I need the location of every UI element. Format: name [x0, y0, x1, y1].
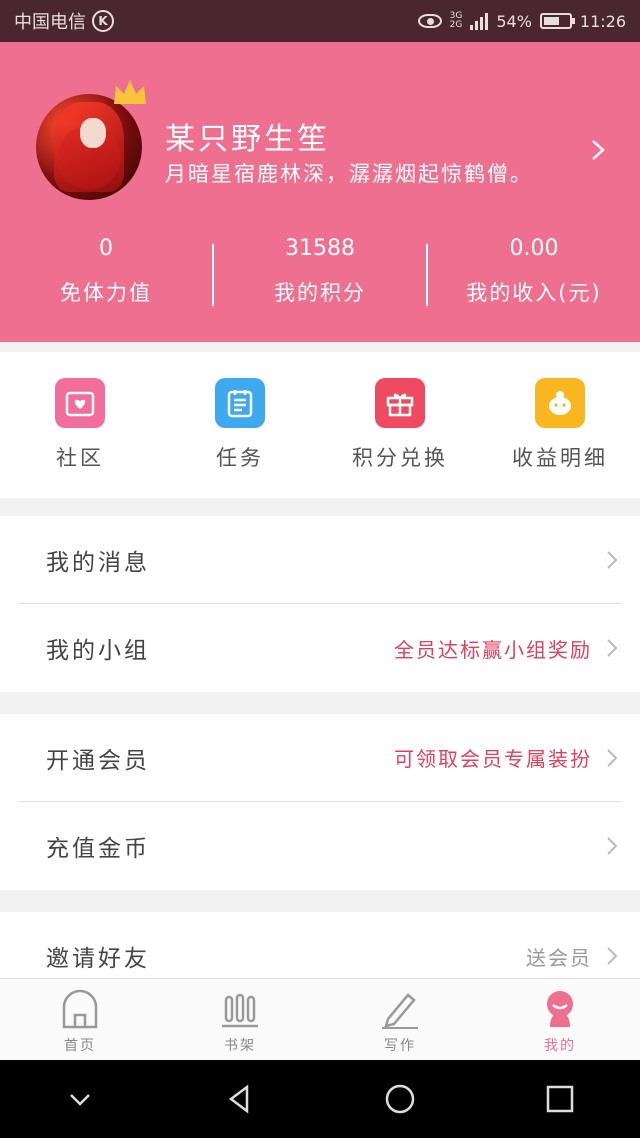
chevron-right-icon	[607, 550, 618, 569]
tab-mine[interactable]: 我的	[480, 979, 640, 1060]
tab-bookshelf[interactable]: 书架	[160, 979, 320, 1060]
community-icon	[55, 378, 105, 428]
recents-icon[interactable]	[543, 1082, 577, 1116]
menu-item-groups[interactable]: 我的小组 全员达标赢小组奖励	[18, 604, 622, 692]
eye-comfort-icon	[417, 14, 442, 28]
action-label: 任务	[216, 446, 264, 470]
action-community[interactable]: 社区	[0, 352, 160, 498]
menu-group-membership: 开通会员 可领取会员专属装扮 充值金币	[0, 714, 640, 890]
clock: 11:26	[579, 11, 626, 31]
stat-label: 我的收入(元)	[466, 281, 602, 305]
menu-item-membership[interactable]: 开通会员 可领取会员专属装扮	[18, 714, 622, 802]
action-label: 社区	[56, 446, 104, 470]
battery-icon	[539, 13, 575, 29]
home-circle-icon[interactable]	[383, 1082, 417, 1116]
stat-value: 0.00	[509, 236, 559, 261]
stats-bar: 0 免体力值 31588 我的积分 0.00 我的收入(元)	[0, 236, 640, 316]
chevron-down-icon[interactable]	[63, 1082, 97, 1116]
stat-label: 我的积分	[274, 281, 366, 305]
chevron-right-icon	[607, 947, 618, 965]
task-icon	[215, 378, 265, 428]
action-task[interactable]: 任务	[160, 352, 320, 498]
tab-write[interactable]: 写作	[320, 979, 480, 1060]
stat-stamina[interactable]: 0 免体力值	[0, 236, 212, 316]
bookshelf-icon	[222, 993, 258, 1028]
quick-actions: 社区 任务 积分兑换 收益明细	[0, 352, 640, 498]
profile-header[interactable]: 某只野生笙 月暗星宿鹿林深，潺潺烟起惊鹤僧。 0 免体力值 31588 我的积分…	[0, 42, 640, 342]
back-icon[interactable]	[223, 1082, 257, 1116]
chevron-right-icon	[607, 639, 618, 657]
action-income-details[interactable]: 收益明细	[480, 352, 640, 498]
menu-item-recharge[interactable]: 充值金币	[18, 802, 622, 890]
action-label: 收益明细	[512, 446, 608, 470]
bottom-tab-bar: 首页 书架 写作 我的	[0, 978, 640, 1060]
username: 某只野生笙	[165, 122, 330, 157]
network-bottom: 2G	[449, 20, 463, 30]
stat-label: 免体力值	[60, 281, 152, 305]
chevron-right-icon[interactable]	[586, 138, 610, 162]
piggy-icon	[535, 378, 585, 428]
menu-item-hint: 可领取会员专属装扮	[394, 747, 592, 771]
crown-icon	[114, 80, 146, 104]
menu-item-label: 开通会员	[46, 747, 150, 774]
tab-home[interactable]: 首页	[0, 979, 160, 1060]
menu-item-hint: 送会员	[526, 945, 592, 970]
menu-item-label: 邀请好友	[46, 946, 150, 972]
user-motto: 月暗星宿鹿林深，潺潺烟起惊鹤僧。	[165, 162, 533, 186]
menu-item-messages[interactable]: 我的消息	[18, 516, 622, 604]
menu-group-messages: 我的消息 我的小组 全员达标赢小组奖励	[0, 516, 640, 692]
stat-points[interactable]: 31588 我的积分	[214, 236, 426, 316]
stat-value: 31588	[285, 236, 355, 261]
avatar[interactable]	[36, 94, 142, 200]
carrier-badge-icon: K	[92, 10, 114, 32]
network-type: 3G 2G	[450, 12, 463, 30]
carrier-name: 中国电信	[14, 12, 86, 33]
action-points-exchange[interactable]: 积分兑换	[320, 352, 480, 498]
menu-item-label: 我的小组	[46, 638, 150, 664]
system-nav-bar	[0, 1060, 640, 1138]
tab-label: 首页	[64, 1038, 96, 1054]
battery-percent: 54%	[496, 11, 532, 31]
signal-icon	[470, 12, 489, 30]
tab-label: 我的	[544, 1038, 576, 1054]
menu-item-label: 充值金币	[46, 836, 150, 862]
chevron-right-icon	[607, 748, 618, 767]
gift-icon	[375, 378, 425, 428]
home-icon	[62, 989, 98, 1029]
menu-item-hint: 全员达标赢小组奖励	[394, 637, 592, 662]
stat-value: 0	[99, 236, 113, 261]
tab-label: 书架	[224, 1038, 256, 1054]
avatar-face	[80, 118, 106, 148]
menu-item-label: 我的消息	[46, 549, 150, 576]
stat-income[interactable]: 0.00 我的收入(元)	[428, 236, 640, 316]
status-bar: 中国电信 K 3G 2G 54% 11:26	[0, 0, 640, 42]
tab-label: 写作	[384, 1038, 416, 1054]
action-label: 积分兑换	[352, 446, 448, 470]
pencil-icon	[382, 993, 418, 1029]
profile-icon	[547, 991, 573, 1027]
chevron-right-icon	[607, 837, 618, 855]
